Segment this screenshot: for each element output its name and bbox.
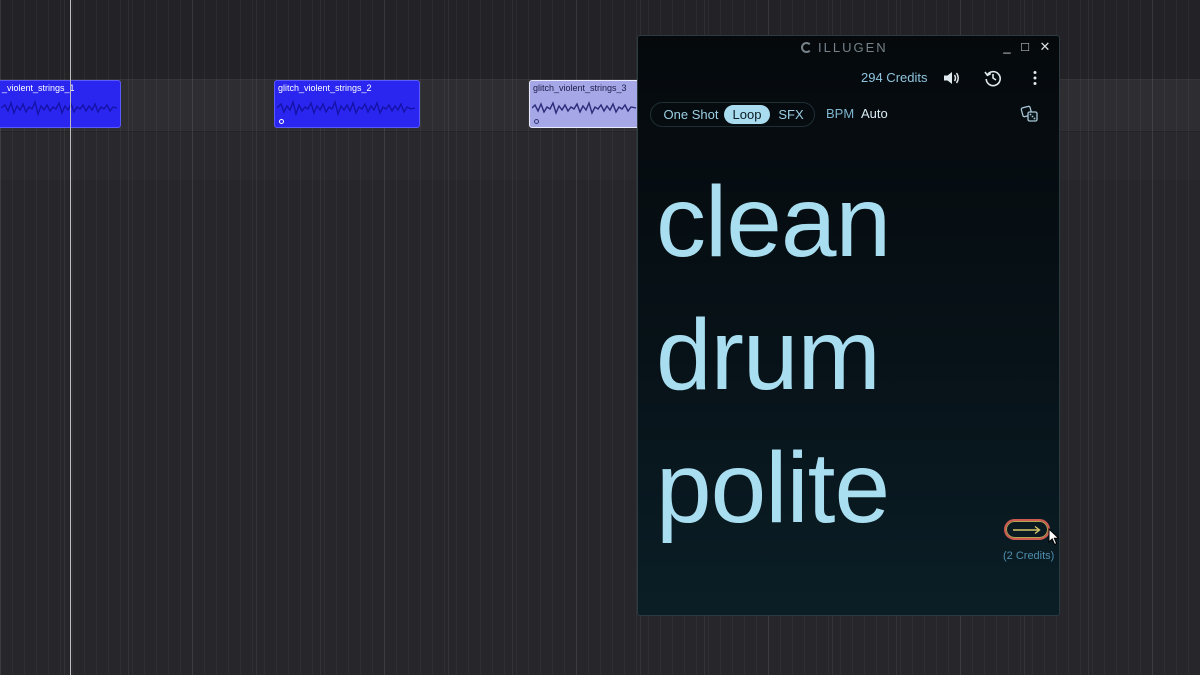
plugin-titlebar[interactable]: ILLUGEN _ □ ✕ [638, 36, 1059, 58]
prompt-word: polite [656, 432, 890, 544]
randomize-button[interactable] [1020, 104, 1040, 124]
credits-balance[interactable]: 294 Credits [861, 70, 927, 85]
mode-loop-button[interactable]: Loop [724, 105, 770, 124]
more-vertical-icon [1033, 71, 1037, 85]
prompt-word: drum [656, 299, 881, 411]
prompt-word: clean [656, 166, 891, 278]
screen: _violent_strings_1 glitch_violent_string… [0, 0, 1200, 675]
bpm-value[interactable]: Auto [861, 106, 888, 121]
waveform-icon [1, 99, 118, 117]
clip-loop-marker-icon [279, 119, 284, 124]
mode-sfx-button[interactable]: SFX [772, 105, 810, 124]
arrow-right-icon [1013, 525, 1041, 534]
playhead[interactable] [70, 0, 71, 675]
history-icon [984, 70, 1001, 87]
clip-label: glitch_violent_strings_3 [533, 83, 627, 93]
maximize-button[interactable]: □ [1018, 40, 1032, 54]
clip-label: glitch_violent_strings_2 [278, 83, 372, 93]
clip-loop-marker-icon [534, 119, 539, 124]
mouse-cursor-icon [1048, 528, 1060, 546]
waveform-icon [532, 100, 637, 116]
mode-selector: One Shot Loop SFX [650, 102, 815, 127]
mode-one-shot-button[interactable]: One Shot [658, 105, 724, 124]
illugen-plugin-window: ILLUGEN _ □ ✕ 294 Credits One Shot Loop … [637, 35, 1060, 616]
close-button[interactable]: ✕ [1038, 40, 1052, 54]
volume-button[interactable] [942, 68, 962, 88]
history-button[interactable] [983, 68, 1003, 88]
brand-logo: ILLUGEN [801, 40, 888, 55]
illugen-logo-icon [801, 42, 812, 53]
credits-toolbar: 294 Credits [638, 68, 1059, 90]
dice-icon [1020, 105, 1038, 122]
waveform-icon [277, 99, 416, 117]
generate-cost-label: (2 Credits) [1003, 550, 1055, 562]
bpm-label: BPM [826, 106, 855, 121]
speaker-icon [944, 72, 959, 84]
audio-clip-1[interactable]: _violent_strings_1 [0, 80, 121, 128]
audio-clip-2[interactable]: glitch_violent_strings_2 [274, 80, 420, 128]
brand-name: ILLUGEN [818, 40, 888, 55]
clip-label: _violent_strings_1 [2, 83, 75, 93]
minimize-button[interactable]: _ [1000, 40, 1014, 54]
audio-clip-3[interactable]: glitch_violent_strings_3 [529, 80, 641, 128]
mode-toolbar: One Shot Loop SFX BPM Auto [638, 102, 1059, 127]
generate-button[interactable] [1004, 519, 1050, 540]
more-options-button[interactable] [1025, 68, 1045, 88]
